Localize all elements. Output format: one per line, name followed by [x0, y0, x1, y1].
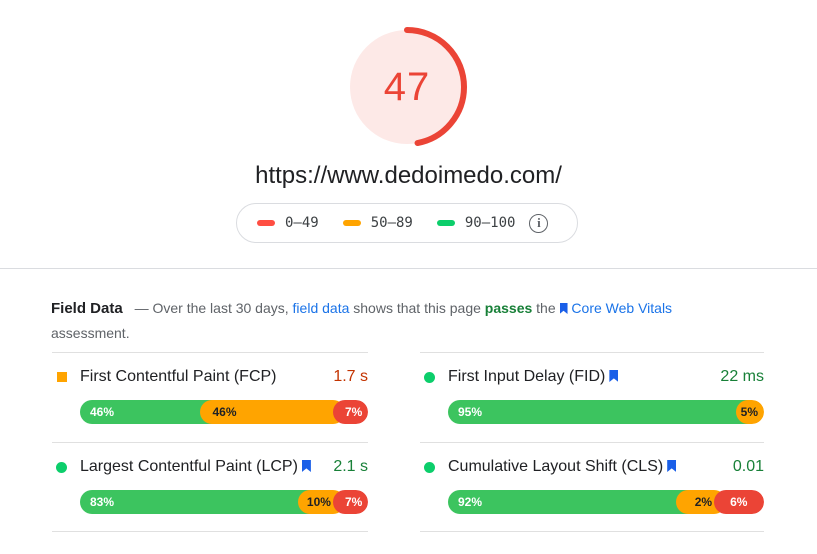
metric-divider: [420, 531, 764, 532]
core-web-vital-bookmark-icon: [301, 460, 311, 472]
legend-average-marker: [342, 220, 361, 226]
distribution-average-label: 10%: [306, 495, 331, 509]
core-web-vital-bookmark-icon: [609, 370, 619, 382]
distribution-average-label: 5%: [740, 405, 758, 419]
distribution-average: 46%: [200, 400, 345, 424]
legend-fail-marker: [257, 220, 275, 226]
metric-fcp: First Contentful Paint (FCP) 1.7 s 46% 4…: [52, 352, 368, 442]
metric-divider: [52, 531, 368, 532]
distribution-good: 83%: [80, 490, 311, 514]
metric-divider: [420, 352, 764, 353]
core-web-vitals-link-label: Core Web Vitals: [571, 300, 673, 316]
metric-divider: [420, 442, 764, 443]
legend-pass-label: 90–100: [464, 215, 516, 231]
distribution-poor: 6%: [714, 490, 764, 514]
distribution-average-label: 46%: [212, 405, 237, 419]
tested-url: https://www.dedoimedo.com/: [255, 162, 562, 189]
info-icon[interactable]: i: [529, 213, 549, 233]
core-web-vitals-link[interactable]: Core Web Vitals: [559, 300, 673, 316]
metric-value: 22 ms: [720, 368, 764, 385]
distribution-bar: 92% 2% 6%: [448, 490, 764, 514]
average-status-icon: [57, 372, 67, 382]
good-status-icon: [424, 372, 435, 383]
distribution-good-label: 92%: [458, 495, 483, 509]
field-data-text-2: shows that this page: [353, 300, 481, 316]
metric-name-label: Cumulative Layout Shift (CLS): [448, 458, 664, 475]
performance-score: 47: [383, 64, 431, 109]
distribution-poor-label: 7%: [344, 495, 363, 509]
metric-value: 1.7 s: [333, 368, 368, 385]
distribution-bar: 46% 46% 7%: [80, 400, 368, 424]
core-web-vital-bookmark-icon: [667, 460, 677, 472]
distribution-poor: 7%: [332, 400, 368, 424]
metric-lcp: Largest Contentful Paint (LCP) 2.1 s 83%…: [52, 442, 368, 532]
metric-value: 0.01: [732, 458, 764, 475]
field-data-dash: —: [134, 300, 149, 316]
section-divider: [0, 268, 817, 269]
assessment-result: passes: [484, 300, 533, 316]
legend-item-fail: 0–49: [257, 215, 319, 231]
field-data-text-3: the: [536, 300, 556, 316]
metric-name-label: Largest Contentful Paint (LCP): [80, 458, 298, 475]
performance-score-gauge: 47: [347, 27, 467, 147]
metric-name-label: First Input Delay (FID): [448, 368, 606, 385]
distribution-bar: 95% 5%: [448, 400, 764, 424]
distribution-poor-label: 7%: [344, 405, 363, 419]
distribution-bar: 83% 10% 7%: [80, 490, 368, 514]
distribution-average: 5%: [736, 400, 764, 424]
metric-name-label: First Contentful Paint (FCP): [80, 368, 277, 385]
good-status-icon: [424, 462, 435, 473]
distribution-good: 92%: [448, 490, 689, 514]
metric-divider: [52, 442, 368, 443]
metric-cls: Cumulative Layout Shift (CLS) 0.01 92% 2…: [420, 442, 764, 532]
field-data-link[interactable]: field data: [293, 300, 350, 316]
legend-item-average: 50–89: [342, 215, 413, 231]
metric-name: First Input Delay (FID): [448, 368, 619, 386]
metric-fid: First Input Delay (FID) 22 ms 95% 5%: [420, 352, 764, 442]
field-data-text-1: Over the last 30 days,: [152, 300, 289, 316]
distribution-good-label: 83%: [90, 495, 115, 509]
metric-name: Largest Contentful Paint (LCP): [80, 458, 311, 476]
distribution-good-label: 46%: [90, 405, 115, 419]
metric-name: Cumulative Layout Shift (CLS): [448, 458, 677, 476]
metric-name: First Contentful Paint (FCP): [80, 368, 277, 386]
bookmark-icon: [559, 303, 568, 314]
distribution-good-label: 95%: [458, 405, 483, 419]
score-legend: 0–49 50–89 90–100 i: [236, 203, 578, 243]
metric-value: 2.1 s: [333, 458, 368, 475]
legend-pass-marker: [436, 220, 455, 226]
legend-fail-label: 0–49: [285, 215, 319, 231]
field-data-summary: Field Data — Over the last 30 days, fiel…: [51, 296, 731, 345]
good-status-icon: [56, 462, 67, 473]
metric-divider: [52, 352, 368, 353]
legend-average-label: 50–89: [370, 215, 413, 231]
field-data-title: Field Data: [51, 300, 123, 317]
legend-item-pass: 90–100: [436, 215, 516, 231]
distribution-average-label: 2%: [694, 495, 713, 509]
distribution-good: 46%: [80, 400, 213, 424]
distribution-poor: 7%: [332, 490, 368, 514]
distribution-good: 95%: [448, 400, 749, 424]
field-data-text-4: assessment.: [51, 325, 130, 341]
distribution-poor-label: 6%: [730, 495, 748, 509]
